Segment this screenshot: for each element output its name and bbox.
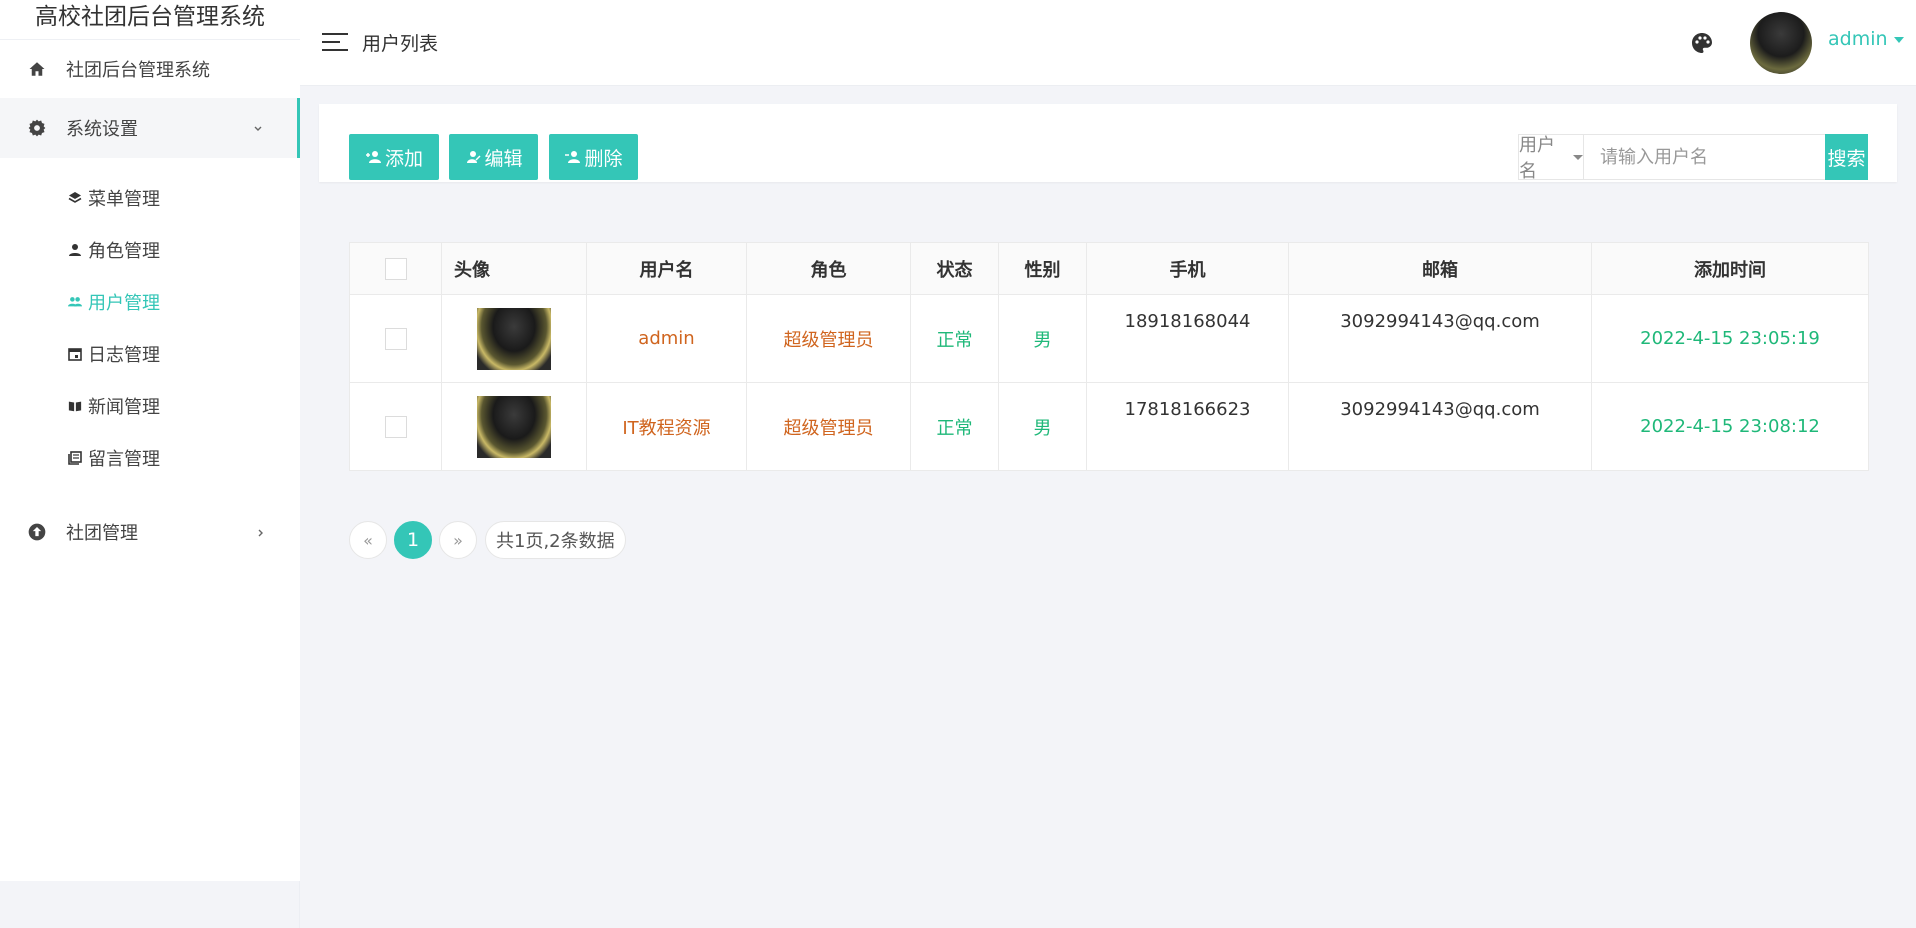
sidebar-item-label: 系统设置	[66, 119, 138, 140]
sidebar-item-label: 新闻管理	[88, 397, 160, 418]
sidebar-item-label: 角色管理	[88, 241, 160, 262]
user-name-label: admin	[1828, 28, 1888, 50]
brand-title: 高校社团后台管理系统	[0, 0, 300, 40]
email-cell: 3092994143@qq.com	[1288, 382, 1592, 471]
calendar-icon	[68, 347, 82, 361]
sidebar: 高校社团后台管理系统 社团后台管理系统 系统设置 菜单管理 角色管理 用户管理 …	[0, 0, 300, 881]
user-table: 头像 用户名 角色 状态 性别 手机 邮箱 添加时间 admin 超级管理员 正…	[349, 242, 1869, 471]
sidebar-item-label: 菜单管理	[88, 189, 160, 210]
column-header: 用户名	[586, 242, 747, 295]
caret-down-icon	[1893, 36, 1904, 43]
user-remove-icon	[565, 151, 581, 163]
sidebar-item-label: 留言管理	[88, 449, 160, 470]
book-icon	[68, 399, 82, 413]
palette-icon[interactable]	[1690, 31, 1714, 55]
toolbar-card: 添加 编辑 删除 用户名 搜索	[319, 104, 1897, 182]
sidebar-item-news-manage[interactable]: 新闻管理	[0, 380, 300, 432]
pagination: « 1 » 共1页,2条数据	[349, 521, 626, 559]
table-header-row: 头像 用户名 角色 状态 性别 手机 邮箱 添加时间	[349, 242, 1869, 295]
gear-icon	[26, 117, 48, 139]
user-edit-icon	[467, 151, 482, 163]
user-plus-icon	[365, 151, 381, 163]
sidebar-item-system-settings[interactable]: 系统设置	[0, 98, 300, 158]
table-row[interactable]: IT教程资源 超级管理员 正常 男 17818166623 3092994143…	[349, 382, 1869, 471]
library-icon	[68, 451, 82, 465]
select-all-checkbox[interactable]	[384, 257, 407, 280]
search-group: 用户名 搜索	[1518, 134, 1868, 182]
sidebar-item-log-manage[interactable]: 日志管理	[0, 328, 300, 380]
edit-button-label: 编辑	[484, 147, 523, 170]
sidebar-item-menu-manage[interactable]: 菜单管理	[0, 172, 300, 224]
home-icon	[26, 58, 48, 80]
edit-button[interactable]: 编辑	[449, 134, 538, 180]
submenu: 菜单管理 角色管理 用户管理 日志管理 新闻管理 留言管理	[0, 158, 300, 498]
sidebar-item-label: 日志管理	[88, 345, 160, 366]
added-time-cell: 2022-4-15 23:05:19	[1591, 294, 1869, 383]
column-header: 性别	[998, 242, 1087, 295]
person-icon	[68, 243, 82, 257]
column-header: 角色	[746, 242, 911, 295]
status-cell: 正常	[910, 294, 999, 383]
add-button-label: 添加	[384, 147, 423, 170]
phone-cell: 18918168044	[1086, 294, 1289, 383]
search-input[interactable]	[1583, 135, 1825, 179]
top-header: 用户列表 admin	[300, 0, 1916, 86]
avatar[interactable]	[1750, 12, 1812, 74]
sidebar-item-label: 用户管理	[88, 293, 160, 314]
prev-page-button[interactable]: «	[349, 521, 387, 559]
gender-cell: 男	[998, 294, 1087, 383]
row-avatar	[477, 307, 551, 370]
add-button[interactable]: 添加	[349, 134, 439, 180]
delete-button-label: 删除	[584, 147, 623, 170]
sidebar-item-club-manage[interactable]: 社团管理	[0, 502, 300, 562]
status-cell: 正常	[910, 382, 999, 471]
role-cell: 超级管理员	[746, 294, 911, 383]
menu-toggle-icon[interactable]	[322, 33, 348, 51]
username-cell: admin	[586, 294, 747, 383]
column-header: 状态	[910, 242, 999, 295]
user-menu[interactable]: admin	[1828, 28, 1904, 50]
sidebar-footer	[0, 881, 300, 928]
page-title: 用户列表	[362, 33, 439, 55]
search-field-select[interactable]: 用户名	[1519, 135, 1584, 182]
column-header: 手机	[1086, 242, 1289, 295]
column-header: 邮箱	[1288, 242, 1592, 295]
caret-down-icon	[1572, 154, 1583, 160]
select-all-cell	[349, 242, 442, 295]
email-cell: 3092994143@qq.com	[1288, 294, 1592, 383]
sidebar-item-user-manage[interactable]: 用户管理	[0, 276, 300, 328]
sidebar-item-label: 社团后台管理系统	[66, 60, 210, 81]
next-page-button[interactable]: »	[439, 521, 477, 559]
page-1-button[interactable]: 1	[394, 521, 432, 559]
users-icon	[68, 295, 82, 309]
search-field-label: 用户名	[1519, 135, 1555, 182]
phone-cell: 17818166623	[1086, 382, 1289, 471]
upload-circle-icon	[26, 521, 48, 543]
column-header: 头像	[441, 242, 587, 295]
row-checkbox[interactable]	[384, 327, 407, 350]
username-cell: IT教程资源	[586, 382, 747, 471]
sidebar-item-label: 社团管理	[66, 523, 138, 544]
added-time-cell: 2022-4-15 23:08:12	[1591, 382, 1869, 471]
gender-cell: 男	[998, 382, 1087, 471]
sidebar-item-dashboard[interactable]: 社团后台管理系统	[0, 40, 300, 98]
delete-button[interactable]: 删除	[549, 134, 638, 180]
role-cell: 超级管理员	[746, 382, 911, 471]
layers-icon	[68, 191, 82, 205]
table-row[interactable]: admin 超级管理员 正常 男 18918168044 3092994143@…	[349, 294, 1869, 383]
column-header: 添加时间	[1591, 242, 1869, 295]
user-table-wrap: 头像 用户名 角色 状态 性别 手机 邮箱 添加时间 admin 超级管理员 正…	[349, 242, 1869, 471]
row-checkbox[interactable]	[384, 415, 407, 438]
sidebar-item-message-manage[interactable]: 留言管理	[0, 432, 300, 484]
sidebar-item-role-manage[interactable]: 角色管理	[0, 224, 300, 276]
row-avatar	[477, 395, 551, 458]
chevron-down-icon	[253, 119, 263, 138]
search-button[interactable]: 搜索	[1824, 134, 1868, 180]
pagination-info: 共1页,2条数据	[485, 521, 626, 559]
chevron-right-icon	[256, 523, 266, 542]
